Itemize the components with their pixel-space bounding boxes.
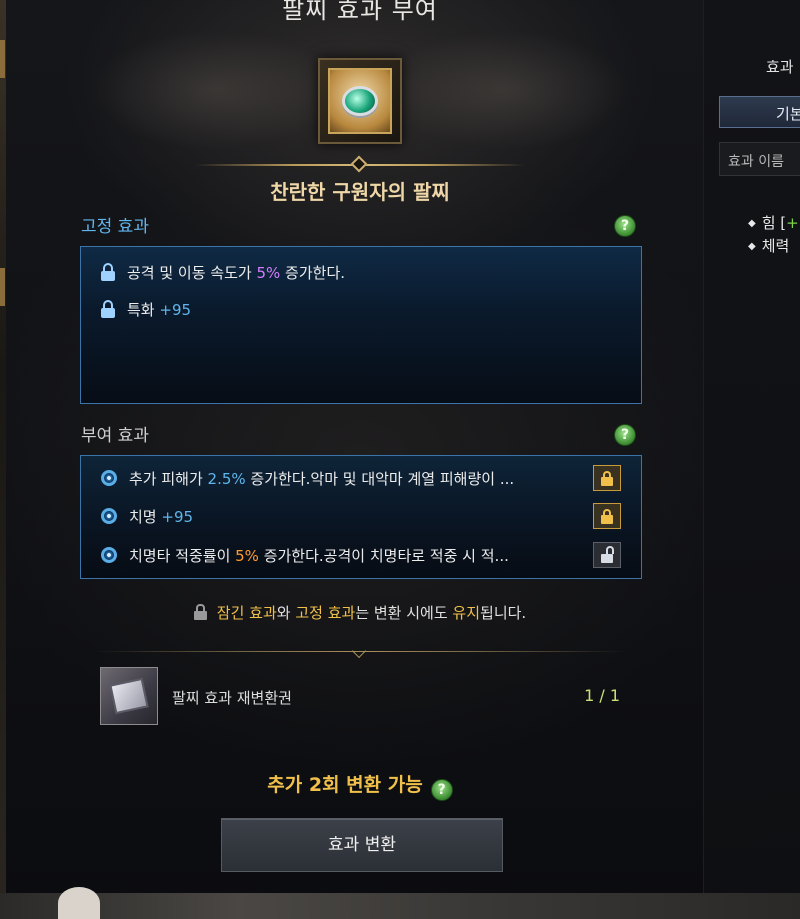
effect-swirl-icon (101, 470, 117, 486)
effect-text: 치명타 적중률이 5% 증가한다.공격이 치명타로 적중 시 적... (129, 546, 509, 565)
convert-effect-button[interactable]: 효과 변환 (221, 818, 503, 872)
effect-search-input[interactable]: 효과 이름 (719, 142, 800, 176)
stat-row: ◆ 힘 [+ (748, 214, 799, 232)
granted-effects-help-icon[interactable]: ? (614, 424, 636, 446)
ticket-name: 팔찌 효과 재변환권 (172, 689, 292, 707)
wing-ornament-left (90, 30, 340, 150)
diamond-bullet-icon: ◆ (748, 241, 756, 252)
granted-effects-label: 부여 효과 (81, 426, 149, 446)
side-panel-title: 효과 (766, 58, 794, 76)
padlock-open-icon (601, 545, 614, 563)
remaining-help-icon[interactable]: ? (430, 779, 453, 801)
effect-text: 추가 피해가 2.5% 증가한다.악마 및 대악마 계열 피해량이 ... (129, 469, 515, 488)
granted-effect-row: 추가 피해가 2.5% 증가한다.악마 및 대악마 계열 피해량이 ... (101, 466, 641, 490)
gem-icon (342, 86, 378, 116)
effect-swirl-icon (101, 508, 117, 524)
bracelet-item-slot (318, 58, 402, 144)
side-panel: 효과 기본 효과 이름 ◆ 힘 [+ ◆ 체력 (703, 0, 800, 919)
item-name: 찬란한 구원자의 팔찌 (270, 180, 450, 204)
effect-swirl-icon (101, 547, 117, 563)
fixed-effect-row: 특화 +95 (101, 297, 641, 321)
effect-text: 공격 및 이동 속도가 5% 증가한다. (127, 263, 346, 282)
reconvert-ticket-icon (100, 667, 158, 725)
divider-diamond-ornament (350, 155, 368, 173)
granted-effect-row: 치명타 적중률이 5% 증가한다.공격이 치명타로 적중 시 적... (101, 543, 641, 567)
ticket-count: 1 / 1 (584, 686, 620, 705)
effect-text: 특화 +95 (127, 300, 192, 319)
granted-effects-box: 추가 피해가 2.5% 증가한다.악마 및 대악마 계열 피해량이 ... 치명… (80, 455, 642, 579)
diamond-bullet-icon: ◆ (748, 218, 756, 229)
fixed-effects-box: 공격 및 이동 속도가 5% 증가한다. 특화 +95 (80, 246, 642, 404)
fixed-effects-help-icon[interactable]: ? (614, 215, 636, 237)
left-frame-tick (0, 40, 5, 78)
lock-toggle-button[interactable] (593, 503, 621, 529)
remaining-conversions: 추가 2회 변환 가능? (0, 770, 720, 801)
bracelet-icon (328, 68, 392, 134)
lock-info-note: 잠긴 효과와 고정 효과는 변환 시에도 유지됩니다. (0, 602, 720, 623)
lock-toggle-button[interactable] (593, 465, 621, 491)
divider-notch-ornament (351, 643, 367, 659)
window-title: 팔찌 효과 부여 (282, 0, 438, 24)
background-character (58, 887, 100, 919)
lock-icon (101, 263, 115, 281)
granted-effect-row: 치명 +95 (101, 504, 641, 528)
effect-text: 치명 +95 (129, 507, 194, 526)
left-frame-tick (0, 268, 5, 306)
fixed-effect-row: 공격 및 이동 속도가 5% 증가한다. (101, 260, 641, 284)
background-scene (0, 893, 800, 919)
lock-icon (193, 604, 207, 620)
game-window: 팔찌 효과 부여 찬란한 구원자의 팔찌 고정 효과 ? 공격 및 이동 속도가… (0, 0, 800, 919)
lock-icon (101, 300, 115, 318)
padlock-closed-icon (601, 470, 613, 486)
remaining-text: 추가 2회 변환 가능 (267, 774, 423, 796)
fixed-effects-label: 고정 효과 (81, 217, 149, 237)
lock-toggle-button[interactable] (593, 542, 621, 568)
padlock-closed-icon (601, 508, 613, 524)
wing-ornament-right (380, 30, 630, 150)
tab-basic[interactable]: 기본 (719, 96, 800, 128)
stat-row: ◆ 체력 (748, 237, 790, 255)
